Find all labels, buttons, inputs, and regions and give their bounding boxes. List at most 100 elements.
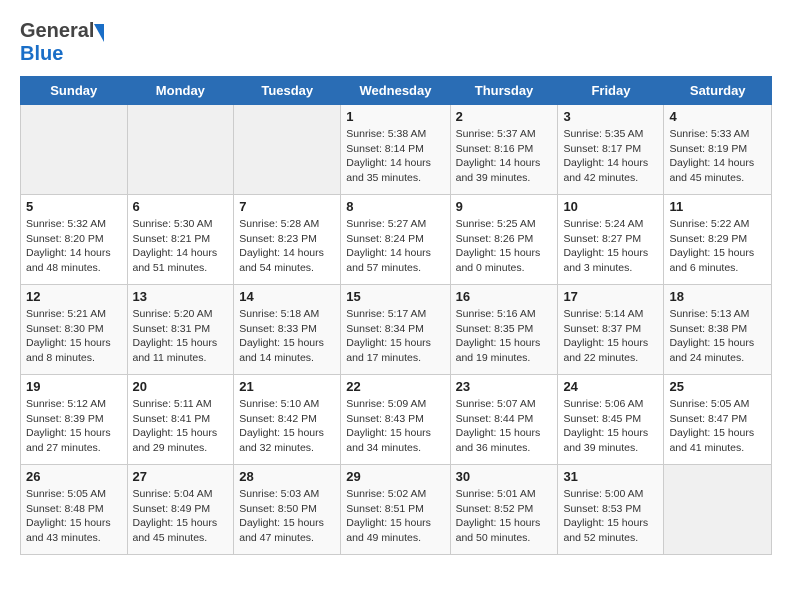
calendar-cell: 5 Sunrise: 5:32 AM Sunset: 8:20 PM Daylig… <box>21 195 128 285</box>
day-info: Sunrise: 5:03 AM Sunset: 8:50 PM Dayligh… <box>239 487 335 546</box>
calendar-cell: 6 Sunrise: 5:30 AM Sunset: 8:21 PM Daylig… <box>127 195 234 285</box>
day-number: 10 <box>563 199 658 214</box>
day-info: Sunrise: 5:06 AM Sunset: 8:45 PM Dayligh… <box>563 397 658 456</box>
calendar-cell: 16 Sunrise: 5:16 AM Sunset: 8:35 PM Dayli… <box>450 285 558 375</box>
calendar-cell: 8 Sunrise: 5:27 AM Sunset: 8:24 PM Daylig… <box>341 195 450 285</box>
day-info: Sunrise: 5:04 AM Sunset: 8:49 PM Dayligh… <box>133 487 229 546</box>
day-info: Sunrise: 5:09 AM Sunset: 8:43 PM Dayligh… <box>346 397 444 456</box>
logo-triangle-icon <box>94 24 104 42</box>
day-number: 16 <box>456 289 553 304</box>
day-info: Sunrise: 5:12 AM Sunset: 8:39 PM Dayligh… <box>26 397 122 456</box>
day-info: Sunrise: 5:37 AM Sunset: 8:16 PM Dayligh… <box>456 127 553 186</box>
day-info: Sunrise: 5:27 AM Sunset: 8:24 PM Dayligh… <box>346 217 444 276</box>
day-info: Sunrise: 5:05 AM Sunset: 8:48 PM Dayligh… <box>26 487 122 546</box>
day-info: Sunrise: 5:18 AM Sunset: 8:33 PM Dayligh… <box>239 307 335 366</box>
day-info: Sunrise: 5:01 AM Sunset: 8:52 PM Dayligh… <box>456 487 553 546</box>
day-number: 15 <box>346 289 444 304</box>
day-number: 26 <box>26 469 122 484</box>
day-number: 31 <box>563 469 658 484</box>
day-info: Sunrise: 5:21 AM Sunset: 8:30 PM Dayligh… <box>26 307 122 366</box>
day-number: 29 <box>346 469 444 484</box>
weekday-header-row: SundayMondayTuesdayWednesdayThursdayFrid… <box>21 77 772 105</box>
calendar-cell: 28 Sunrise: 5:03 AM Sunset: 8:50 PM Dayli… <box>234 465 341 555</box>
day-info: Sunrise: 5:16 AM Sunset: 8:35 PM Dayligh… <box>456 307 553 366</box>
weekday-header: Friday <box>558 77 664 105</box>
day-number: 30 <box>456 469 553 484</box>
day-number: 6 <box>133 199 229 214</box>
calendar-cell: 4Sunrise: 5:33 AM Sunset: 8:19 PM Daylig… <box>664 105 772 195</box>
logo-blue: Blue <box>20 43 63 65</box>
day-number: 17 <box>563 289 658 304</box>
calendar-cell: 26 Sunrise: 5:05 AM Sunset: 8:48 PM Dayli… <box>21 465 128 555</box>
calendar-cell: 7 Sunrise: 5:28 AM Sunset: 8:23 PM Daylig… <box>234 195 341 285</box>
calendar-cell: 20Sunrise: 5:11 AM Sunset: 8:41 PM Dayli… <box>127 375 234 465</box>
day-info: Sunrise: 5:30 AM Sunset: 8:21 PM Dayligh… <box>133 217 229 276</box>
calendar-week-row: 5 Sunrise: 5:32 AM Sunset: 8:20 PM Daylig… <box>21 195 772 285</box>
day-number: 20 <box>133 379 229 394</box>
day-number: 7 <box>239 199 335 214</box>
calendar-cell: 2 Sunrise: 5:37 AM Sunset: 8:16 PM Daylig… <box>450 105 558 195</box>
weekday-header: Wednesday <box>341 77 450 105</box>
day-info: Sunrise: 5:13 AM Sunset: 8:38 PM Dayligh… <box>669 307 766 366</box>
day-info: Sunrise: 5:10 AM Sunset: 8:42 PM Dayligh… <box>239 397 335 456</box>
weekday-header: Sunday <box>21 77 128 105</box>
day-info: Sunrise: 5:28 AM Sunset: 8:23 PM Dayligh… <box>239 217 335 276</box>
logo-general: General <box>20 20 94 43</box>
day-number: 23 <box>456 379 553 394</box>
calendar-cell: 27 Sunrise: 5:04 AM Sunset: 8:49 PM Dayli… <box>127 465 234 555</box>
day-info: Sunrise: 5:24 AM Sunset: 8:27 PM Dayligh… <box>563 217 658 276</box>
calendar-cell <box>234 105 341 195</box>
calendar-cell: 29 Sunrise: 5:02 AM Sunset: 8:51 PM Dayli… <box>341 465 450 555</box>
calendar-cell: 12Sunrise: 5:21 AM Sunset: 8:30 PM Dayli… <box>21 285 128 375</box>
day-info: Sunrise: 5:32 AM Sunset: 8:20 PM Dayligh… <box>26 217 122 276</box>
weekday-header: Saturday <box>664 77 772 105</box>
day-number: 27 <box>133 469 229 484</box>
day-number: 3 <box>563 109 658 124</box>
day-number: 2 <box>456 109 553 124</box>
calendar-cell: 9Sunrise: 5:25 AM Sunset: 8:26 PM Daylig… <box>450 195 558 285</box>
day-info: Sunrise: 5:33 AM Sunset: 8:19 PM Dayligh… <box>669 127 766 186</box>
calendar-cell: 13Sunrise: 5:20 AM Sunset: 8:31 PM Dayli… <box>127 285 234 375</box>
day-number: 11 <box>669 199 766 214</box>
day-info: Sunrise: 5:35 AM Sunset: 8:17 PM Dayligh… <box>563 127 658 186</box>
calendar-cell: 10 Sunrise: 5:24 AM Sunset: 8:27 PM Dayli… <box>558 195 664 285</box>
day-number: 18 <box>669 289 766 304</box>
calendar-cell: 19 Sunrise: 5:12 AM Sunset: 8:39 PM Dayli… <box>21 375 128 465</box>
day-number: 21 <box>239 379 335 394</box>
day-info: Sunrise: 5:25 AM Sunset: 8:26 PM Dayligh… <box>456 217 553 276</box>
weekday-header: Thursday <box>450 77 558 105</box>
logo: General Blue <box>20 20 104 66</box>
day-number: 13 <box>133 289 229 304</box>
calendar-cell <box>127 105 234 195</box>
weekday-header: Monday <box>127 77 234 105</box>
calendar-cell: 23 Sunrise: 5:07 AM Sunset: 8:44 PM Dayli… <box>450 375 558 465</box>
calendar-week-row: 12Sunrise: 5:21 AM Sunset: 8:30 PM Dayli… <box>21 285 772 375</box>
day-number: 19 <box>26 379 122 394</box>
calendar-week-row: 19 Sunrise: 5:12 AM Sunset: 8:39 PM Dayli… <box>21 375 772 465</box>
day-info: Sunrise: 5:02 AM Sunset: 8:51 PM Dayligh… <box>346 487 444 546</box>
calendar-cell <box>21 105 128 195</box>
day-number: 8 <box>346 199 444 214</box>
day-number: 22 <box>346 379 444 394</box>
page-header: General Blue <box>20 20 772 66</box>
calendar-cell <box>664 465 772 555</box>
day-number: 1 <box>346 109 444 124</box>
day-number: 25 <box>669 379 766 394</box>
day-info: Sunrise: 5:00 AM Sunset: 8:53 PM Dayligh… <box>563 487 658 546</box>
day-number: 28 <box>239 469 335 484</box>
day-info: Sunrise: 5:17 AM Sunset: 8:34 PM Dayligh… <box>346 307 444 366</box>
day-number: 5 <box>26 199 122 214</box>
day-number: 14 <box>239 289 335 304</box>
calendar-cell: 18 Sunrise: 5:13 AM Sunset: 8:38 PM Dayli… <box>664 285 772 375</box>
calendar-table: SundayMondayTuesdayWednesdayThursdayFrid… <box>20 76 772 555</box>
calendar-cell: 22 Sunrise: 5:09 AM Sunset: 8:43 PM Dayli… <box>341 375 450 465</box>
calendar-cell: 31 Sunrise: 5:00 AM Sunset: 8:53 PM Dayli… <box>558 465 664 555</box>
calendar-cell: 17Sunrise: 5:14 AM Sunset: 8:37 PM Dayli… <box>558 285 664 375</box>
calendar-cell: 24Sunrise: 5:06 AM Sunset: 8:45 PM Dayli… <box>558 375 664 465</box>
calendar-cell: 1 Sunrise: 5:38 AM Sunset: 8:14 PM Daylig… <box>341 105 450 195</box>
calendar-week-row: 26 Sunrise: 5:05 AM Sunset: 8:48 PM Dayli… <box>21 465 772 555</box>
day-info: Sunrise: 5:38 AM Sunset: 8:14 PM Dayligh… <box>346 127 444 186</box>
weekday-header: Tuesday <box>234 77 341 105</box>
day-info: Sunrise: 5:07 AM Sunset: 8:44 PM Dayligh… <box>456 397 553 456</box>
day-info: Sunrise: 5:05 AM Sunset: 8:47 PM Dayligh… <box>669 397 766 456</box>
